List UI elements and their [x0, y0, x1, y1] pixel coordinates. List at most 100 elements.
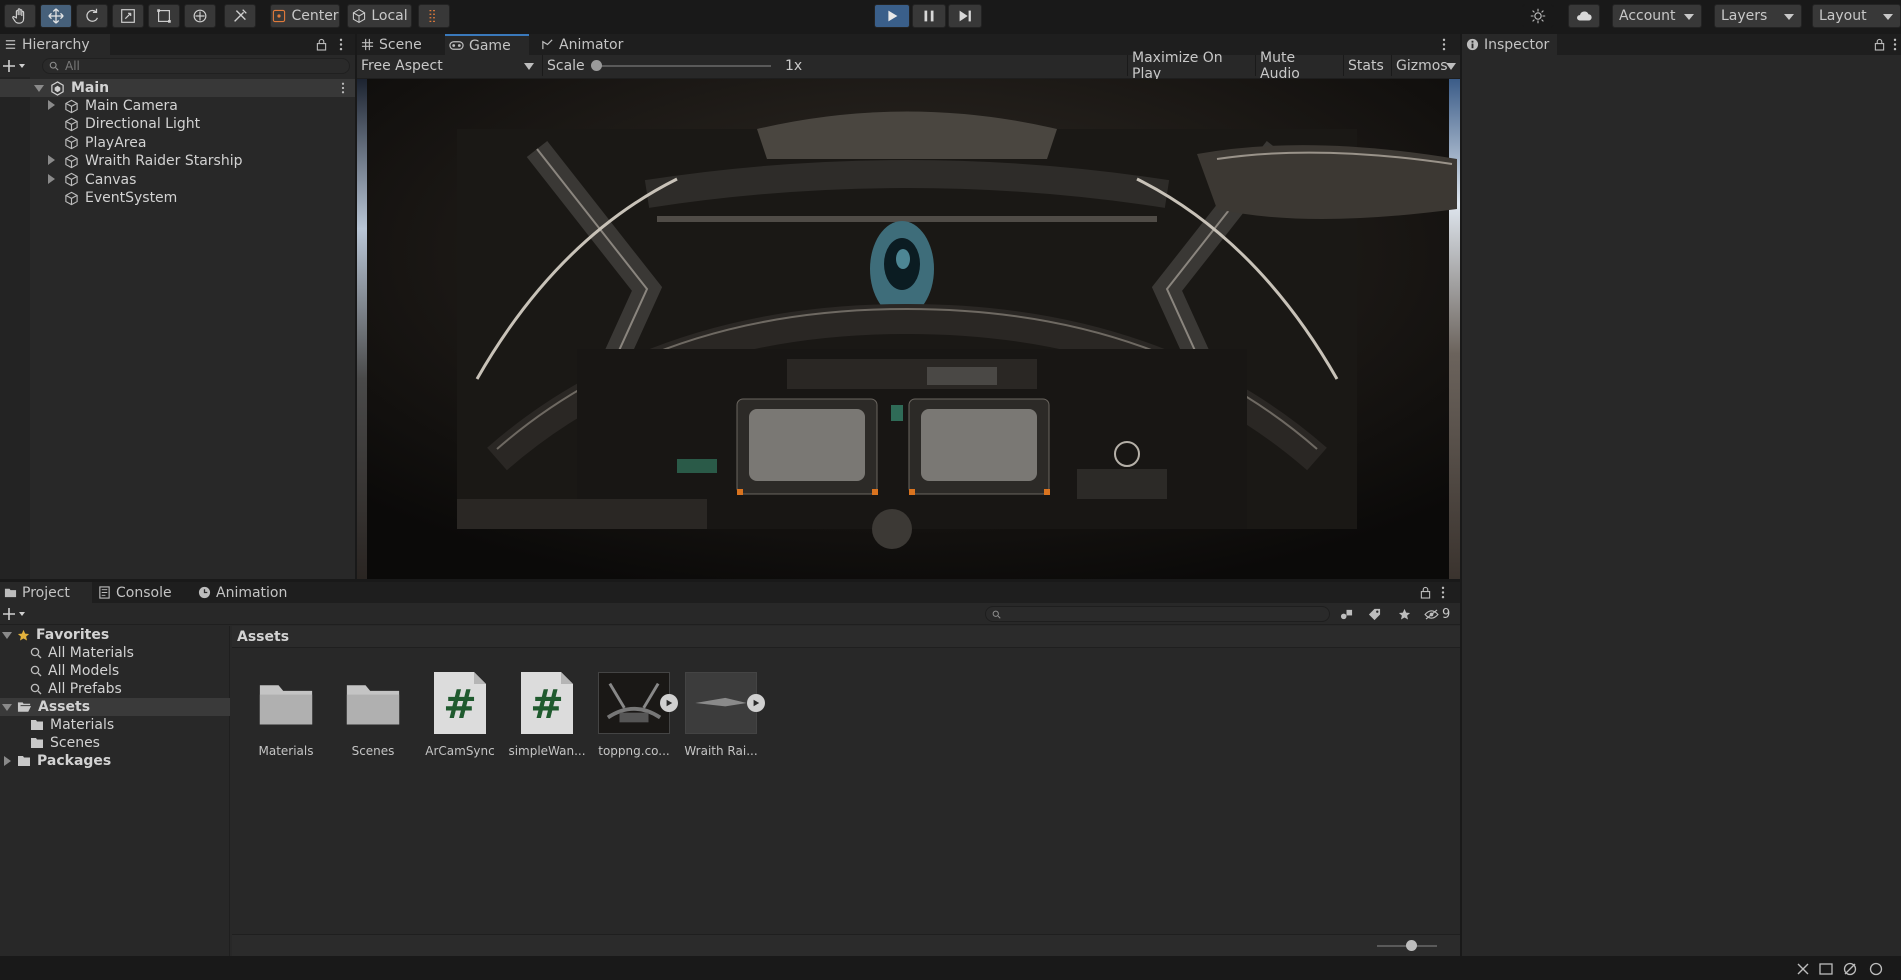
subfolder-label: Materials — [50, 717, 115, 733]
unity-scene-icon — [51, 80, 64, 96]
preview-play-icon[interactable] — [660, 694, 678, 712]
aspect-dropdown[interactable]: Free Aspect — [357, 55, 540, 76]
search-by-type-icon[interactable] — [1336, 606, 1356, 622]
asset-subfolder[interactable]: Materials — [0, 716, 114, 734]
plus-icon — [3, 608, 25, 620]
stats-toggle[interactable]: Stats — [1343, 55, 1391, 76]
favorite-item[interactable]: All Models — [0, 662, 119, 680]
hand-tool-button[interactable] — [4, 4, 36, 28]
layout-dropdown[interactable]: Layout — [1812, 4, 1901, 28]
scale-value: 1x — [785, 57, 803, 74]
tab-hierarchy[interactable]: Hierarchy — [0, 34, 110, 55]
asset-item[interactable]: Scenes — [333, 668, 413, 758]
gamepad-icon — [449, 41, 464, 50]
dropdown-arrow-icon — [524, 63, 534, 70]
rotate-tool-button[interactable] — [76, 4, 108, 28]
hidden-packages-toggle[interactable]: 9 — [1424, 606, 1460, 622]
inspector-lock-icon[interactable] — [1872, 36, 1886, 52]
project-lock-icon[interactable] — [1418, 584, 1432, 600]
kebab-menu-icon[interactable] — [334, 36, 348, 52]
hierarchy-item[interactable]: PlayArea — [0, 134, 355, 152]
sun-icon — [1530, 8, 1546, 24]
tab-scene[interactable]: Scene — [357, 34, 443, 55]
project-create-dropdown[interactable] — [2, 606, 28, 622]
animation-tab-label: Animation — [216, 584, 288, 601]
favorite-item[interactable]: All Materials — [0, 644, 134, 662]
tab-inspector[interactable]: Inspector — [1462, 34, 1557, 55]
game-render-viewport[interactable] — [357, 79, 1460, 579]
cockpit-render-image — [357, 79, 1460, 579]
hierarchy-search-input[interactable]: All — [42, 58, 350, 74]
hand-icon — [12, 8, 25, 24]
game-view-panel: Scene Game Animator Free Aspect Scale 1x… — [357, 34, 1460, 579]
favorites-row[interactable]: Favorites — [0, 626, 230, 644]
game-kebab-menu-icon[interactable] — [1437, 36, 1451, 52]
hierarchy-item[interactable]: Main Camera — [0, 97, 355, 115]
hierarchy-item-label: Wraith Raider Starship — [85, 153, 243, 170]
favorite-item[interactable]: All Prefabs — [0, 680, 122, 698]
pause-button[interactable] — [912, 4, 946, 28]
tab-project[interactable]: Project — [0, 582, 92, 603]
create-dropdown[interactable] — [2, 58, 28, 74]
gizmos-dropdown[interactable]: Gizmos — [1391, 55, 1460, 76]
collapse-arrow-icon — [4, 756, 11, 766]
step-button[interactable] — [948, 4, 982, 28]
account-dropdown[interactable]: Account — [1612, 4, 1702, 28]
preview-play-icon[interactable] — [747, 694, 765, 712]
scene-row-main[interactable]: Main — [0, 79, 355, 97]
rect-tool-button[interactable] — [148, 4, 180, 28]
search-icon — [30, 647, 42, 659]
cloud-button[interactable] — [1568, 4, 1600, 28]
folder-icon — [31, 720, 43, 730]
animator-tab-label: Animator — [559, 36, 624, 53]
tools-icon — [234, 9, 247, 22]
move-tool-button[interactable] — [40, 4, 72, 28]
folder-icon — [31, 738, 43, 749]
hierarchy-item[interactable]: Canvas — [0, 171, 355, 189]
script-icon: # — [511, 668, 583, 738]
tab-console[interactable]: Console — [94, 582, 190, 603]
project-folder-tree: Favorites All Materials All Models All Pre… — [0, 626, 230, 956]
project-search-input[interactable] — [985, 606, 1330, 622]
tab-animator[interactable]: Animator — [537, 34, 627, 55]
scale-tool-button[interactable] — [112, 4, 144, 28]
custom-tools-button[interactable] — [224, 4, 256, 28]
hierarchy-item[interactable]: Wraith Raider Starship — [0, 152, 355, 170]
packages-row[interactable]: Packages — [0, 752, 230, 770]
scene-menu-icon[interactable] — [341, 82, 345, 94]
tab-animation[interactable]: Animation — [194, 582, 304, 603]
hierarchy-item[interactable]: EventSystem — [0, 189, 355, 207]
play-button[interactable] — [874, 4, 910, 28]
scale-slider-track[interactable] — [595, 65, 771, 67]
asset-item[interactable]: Wraith Rai... — [681, 668, 765, 758]
asset-item[interactable]: Materials — [246, 668, 326, 758]
lock-icon[interactable] — [314, 36, 328, 52]
mute-audio-toggle[interactable]: Mute Audio — [1255, 50, 1343, 82]
layers-dropdown[interactable]: Layers — [1714, 4, 1802, 28]
asset-item[interactable]: # ArCamSync — [420, 668, 500, 758]
services-button[interactable] — [1522, 4, 1554, 28]
scale-slider-thumb[interactable] — [591, 60, 602, 71]
tab-game[interactable]: Game — [445, 34, 529, 55]
info-icon — [1466, 38, 1479, 51]
snap-button[interactable] — [418, 4, 450, 28]
expand-arrow-icon[interactable] — [48, 173, 55, 184]
project-kebab-icon[interactable] — [1438, 584, 1448, 600]
icon-size-slider-thumb[interactable] — [1406, 940, 1417, 951]
pivot-local-toggle[interactable]: Local — [347, 4, 412, 28]
breadcrumb-assets[interactable]: Assets — [237, 629, 289, 645]
assets-folder-row[interactable]: Assets — [0, 698, 230, 716]
favorite-star-icon[interactable] — [1394, 606, 1414, 622]
maximize-on-play-toggle[interactable]: Maximize On Play — [1127, 50, 1255, 82]
asset-item[interactable]: toppng.co... — [594, 668, 678, 758]
hierarchy-item[interactable]: Directional Light — [0, 115, 355, 133]
label-tag-icon[interactable] — [1364, 606, 1384, 622]
asset-subfolder[interactable]: Scenes — [0, 734, 100, 752]
transform-tool-button[interactable] — [184, 4, 216, 28]
expand-arrow-icon[interactable] — [48, 100, 55, 110]
inspector-kebab-icon[interactable] — [1890, 36, 1900, 52]
asset-item[interactable]: # simpleWan... — [507, 668, 587, 758]
pivot-center-toggle[interactable]: Center — [270, 4, 340, 28]
assets-breadcrumb: Assets — [232, 626, 1460, 648]
expand-arrow-icon[interactable] — [48, 155, 55, 166]
